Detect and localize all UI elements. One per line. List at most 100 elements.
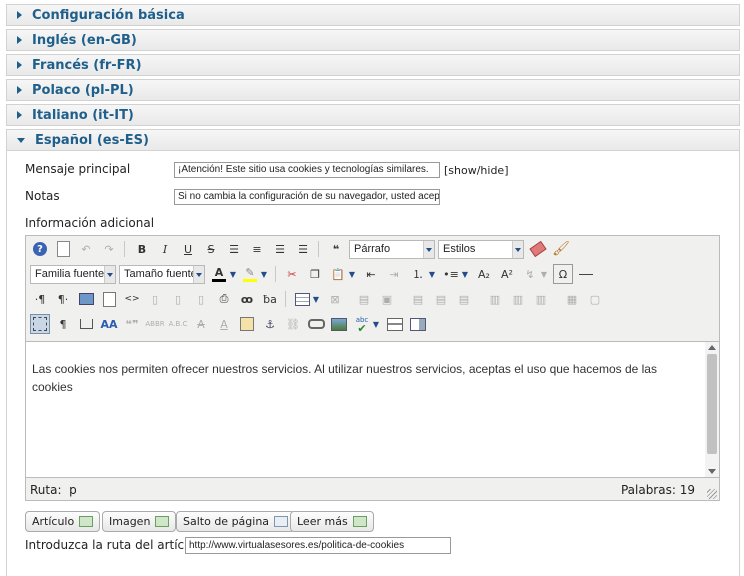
numbered-list-button[interactable]: ⒈: [408, 264, 428, 284]
align-center-button[interactable]: ≡: [247, 239, 267, 259]
copy-button[interactable]: ❐: [305, 264, 325, 284]
bold-button[interactable]: B: [132, 239, 152, 259]
delete-table-button[interactable]: ⊠: [325, 289, 345, 309]
visual-aid-button[interactable]: [30, 314, 50, 334]
cell-props-button[interactable]: ▣: [377, 289, 397, 309]
background-color-dropdown[interactable]: ▼: [259, 264, 269, 284]
spellcheck-button[interactable]: abc ✔: [352, 314, 372, 334]
non-breaking-space-button[interactable]: [76, 314, 96, 334]
bullet-list-dropdown[interactable]: ▼: [460, 264, 470, 284]
horizontal-rule-button[interactable]: [576, 264, 596, 284]
pagebreak-button[interactable]: [385, 314, 405, 334]
show-hide-link[interactable]: [show/hide]: [444, 164, 509, 177]
template-button[interactable]: [99, 289, 119, 309]
special-char-button[interactable]: Ω: [553, 264, 573, 284]
align-left-button[interactable]: ☰: [270, 239, 290, 259]
format-select[interactable]: Párrafo: [349, 240, 435, 259]
help-button[interactable]: ?: [30, 239, 50, 259]
merge-cells-button[interactable]: ▢: [585, 289, 605, 309]
show-invisibles-button[interactable]: ¶: [53, 314, 73, 334]
superscript-button[interactable]: A²: [497, 264, 517, 284]
justify-button[interactable]: ☰: [224, 239, 244, 259]
outdent-button[interactable]: ⇤: [361, 264, 381, 284]
indent-button[interactable]: ⇥: [384, 264, 404, 284]
doc-button-3[interactable]: ▯: [191, 289, 211, 309]
accordion-header-configuracion-basica[interactable]: Configuración básica: [6, 4, 740, 26]
insert-row-after-button[interactable]: ▤: [431, 289, 451, 309]
subscript-button[interactable]: A₂: [474, 264, 494, 284]
insert-table-button[interactable]: [292, 289, 312, 309]
acronym-button[interactable]: A.B.C: [168, 314, 188, 334]
editor-content[interactable]: Las cookies nos permiten ofrecer nuestro…: [26, 341, 705, 478]
text-color-button[interactable]: A: [209, 264, 229, 284]
doc-button-2[interactable]: ▯: [168, 289, 188, 309]
articulo-button[interactable]: Artículo: [25, 511, 101, 532]
text-color-dropdown[interactable]: ▼: [228, 264, 238, 284]
attributes-button[interactable]: [237, 314, 257, 334]
source-code-button[interactable]: <>: [122, 289, 142, 309]
insert-col-after-button[interactable]: ▥: [508, 289, 528, 309]
mensaje-principal-input[interactable]: ¡Atención! Este sitio usa cookies y tecn…: [174, 162, 440, 178]
text-direction-dropdown[interactable]: ▼: [539, 264, 549, 284]
styleprops-button[interactable]: AA: [99, 314, 119, 334]
layer-button[interactable]: [408, 314, 428, 334]
insert-table-dropdown[interactable]: ▼: [311, 289, 321, 309]
unlink-button[interactable]: ⛓: [283, 314, 303, 334]
ins-button[interactable]: A: [214, 314, 234, 334]
scrollbar-thumb[interactable]: [707, 354, 717, 454]
clear-formatting-button[interactable]: [528, 239, 548, 259]
cite-button[interactable]: ❝❞: [122, 314, 142, 334]
accordion-header-italiano[interactable]: Italiano (it-IT): [6, 104, 740, 126]
cleanup-button[interactable]: 🖌: [551, 239, 571, 259]
link-button[interactable]: [306, 314, 326, 334]
align-right-button[interactable]: ☰: [293, 239, 313, 259]
image-button[interactable]: [329, 314, 349, 334]
imagen-button[interactable]: Imagen: [102, 511, 177, 532]
article-path-input[interactable]: http://www.virtualasesores.es/politica-d…: [185, 537, 451, 554]
text-direction-button[interactable]: ↯: [520, 264, 540, 284]
del-button[interactable]: A: [191, 314, 211, 334]
accordion-header-polaco[interactable]: Polaco (pl-PL): [6, 79, 740, 101]
numbered-list-dropdown[interactable]: ▼: [427, 264, 437, 284]
find-button[interactable]: ꝏ: [237, 289, 257, 309]
delete-row-button[interactable]: ▤: [454, 289, 474, 309]
bullet-list-button[interactable]: •≡: [441, 264, 461, 284]
rtl-button[interactable]: ¶·: [53, 289, 73, 309]
replace-button[interactable]: ƀa: [260, 289, 280, 309]
accordion-header-ingles[interactable]: Inglés (en-GB): [6, 29, 740, 51]
italic-button[interactable]: I: [155, 239, 175, 259]
delete-col-button[interactable]: ▥: [531, 289, 551, 309]
anchor-button[interactable]: ⚓: [260, 314, 280, 334]
doc-button-1[interactable]: ▯: [145, 289, 165, 309]
font-size-select[interactable]: Tamaño fuente: [119, 265, 205, 284]
split-cells-button[interactable]: ▦: [562, 289, 582, 309]
accordion-header-espanol[interactable]: Español (es-ES): [6, 129, 740, 151]
row-props-button[interactable]: ▤: [354, 289, 374, 309]
background-color-button[interactable]: ✎: [240, 264, 260, 284]
insert-col-before-button[interactable]: ▥: [485, 289, 505, 309]
insert-row-before-button[interactable]: ▤: [408, 289, 428, 309]
salto-de-pagina-button[interactable]: Salto de página: [176, 511, 296, 532]
print-button[interactable]: ⎙: [214, 289, 234, 309]
paste-button[interactable]: 📋: [328, 264, 348, 284]
cut-button[interactable]: ✂: [282, 264, 302, 284]
strikethrough-button[interactable]: S: [201, 239, 221, 259]
ltr-button[interactable]: ·¶: [30, 289, 50, 309]
undo-button[interactable]: ↶: [76, 239, 96, 259]
font-family-select[interactable]: Familia fuente: [30, 265, 116, 284]
spellcheck-dropdown[interactable]: ▼: [371, 314, 381, 334]
editor-scrollbar[interactable]: [705, 341, 719, 478]
blockquote-button[interactable]: ❝: [326, 239, 346, 259]
path-value[interactable]: p: [69, 483, 77, 497]
new-document-button[interactable]: [53, 239, 73, 259]
fullscreen-button[interactable]: [76, 289, 96, 309]
styles-select[interactable]: Estilos: [438, 240, 524, 259]
redo-button[interactable]: ↷: [99, 239, 119, 259]
underline-button[interactable]: U: [178, 239, 198, 259]
resize-grip-icon[interactable]: [707, 489, 717, 499]
notas-input[interactable]: Si no cambia la configuración de su nave…: [174, 189, 440, 205]
paste-dropdown[interactable]: ▼: [347, 264, 357, 284]
accordion-header-frances[interactable]: Francés (fr-FR): [6, 54, 740, 76]
abbr-button[interactable]: ABBR: [145, 314, 165, 334]
leer-mas-button[interactable]: Leer más: [290, 511, 374, 532]
